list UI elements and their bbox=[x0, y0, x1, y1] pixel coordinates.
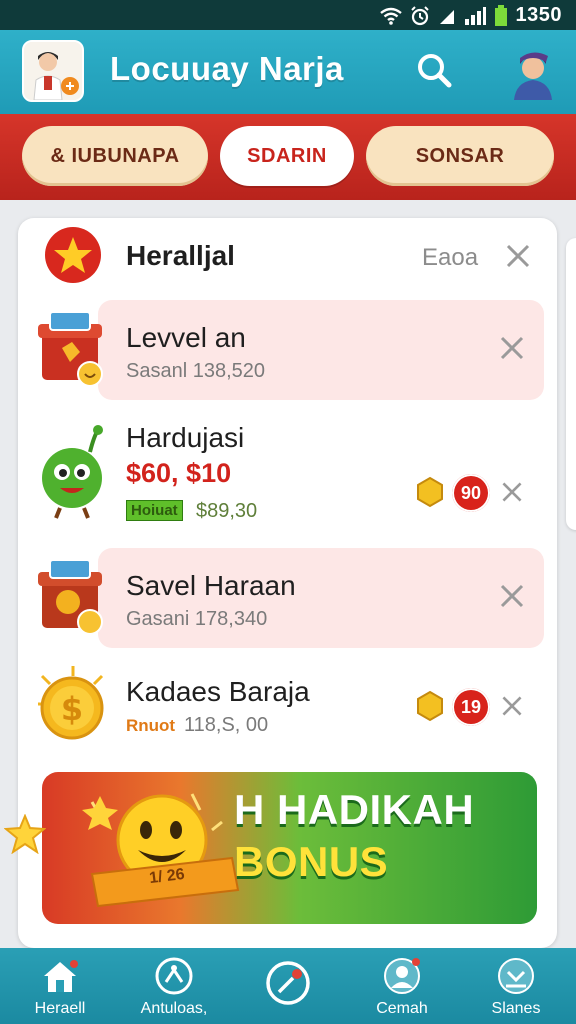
list-header-title: Heralljal bbox=[126, 240, 235, 271]
list-item[interactable]: $ Kadaes Baraja Rnuot 118,S, 00 19 bbox=[18, 658, 557, 758]
close-icon[interactable] bbox=[498, 582, 526, 610]
gold-coin-icon: $ bbox=[38, 666, 104, 740]
nav-settings-label: Slanes bbox=[491, 1000, 541, 1017]
list-header-row[interactable]: Heralljal Eaoa bbox=[18, 218, 557, 296]
nav-activities[interactable]: Antuloas, bbox=[119, 948, 229, 1024]
item-title: Savel Haraan bbox=[126, 570, 296, 601]
profile-icon bbox=[384, 958, 420, 994]
next-card-peek bbox=[566, 238, 576, 530]
gold-cube-icon bbox=[417, 690, 443, 722]
activity-icon bbox=[155, 957, 193, 995]
nav-profile[interactable]: Cemah bbox=[347, 948, 457, 1024]
bonus-banner[interactable]: 1/ 26 H HADIKAH BONUS bbox=[42, 772, 537, 924]
green-mascot-icon bbox=[42, 425, 103, 519]
nav-home-label: Heraell bbox=[34, 1000, 86, 1017]
wifi-icon bbox=[379, 7, 402, 25]
close-icon[interactable] bbox=[500, 694, 524, 718]
compass-icon bbox=[266, 961, 310, 1005]
tab-sonsar[interactable]: SONSAR bbox=[366, 126, 554, 186]
star-icon bbox=[45, 227, 101, 283]
item-badge: 19 bbox=[452, 688, 490, 726]
profile-avatar-image bbox=[24, 42, 82, 100]
item-tag: Rnuot bbox=[126, 716, 176, 735]
category-tabs: & IUBUNAPA SDARIN SONSAR bbox=[0, 114, 576, 200]
nav-settings[interactable]: Slanes bbox=[461, 948, 571, 1024]
tab-iubunapa[interactable]: & IUBUNAPA bbox=[22, 126, 208, 186]
battery-icon bbox=[494, 4, 507, 26]
banner-title: H HADIKAH bbox=[234, 786, 475, 833]
item-subtitle: Gasani 178,340 bbox=[126, 608, 268, 630]
smiley-trophy-icon bbox=[82, 793, 240, 908]
reward-list-card: Heralljal Eaoa Levvel an Sasanl 138,520 bbox=[18, 218, 557, 948]
alarm-icon bbox=[410, 5, 429, 25]
gift-box-icon bbox=[38, 311, 103, 387]
nav-home[interactable]: Heraell bbox=[5, 948, 115, 1024]
signal-icon-2 bbox=[464, 6, 486, 25]
list-item[interactable]: Savel Haraan Gasani 178,340 bbox=[18, 548, 557, 648]
tab-sdarin[interactable]: SDARIN bbox=[220, 126, 354, 186]
gold-cube-icon bbox=[417, 476, 443, 508]
item-subtitle: 118,S, 00 bbox=[184, 714, 269, 736]
item-subtitle: $89,30 bbox=[196, 500, 258, 522]
close-icon[interactable] bbox=[504, 242, 532, 270]
gift-box-icon bbox=[38, 559, 103, 635]
nav-profile-label: Cemah bbox=[376, 1000, 428, 1017]
close-icon[interactable] bbox=[500, 480, 524, 504]
search-button[interactable] bbox=[414, 50, 454, 90]
svg-text:$: $ bbox=[61, 690, 83, 728]
banner-subtitle: BONUS bbox=[234, 838, 389, 885]
nav-activities-label: Antuloas, bbox=[140, 1000, 208, 1017]
close-icon[interactable] bbox=[498, 334, 526, 362]
user-avatar[interactable] bbox=[508, 44, 558, 100]
list-header-side-label: Eaoa bbox=[422, 244, 479, 271]
item-title: Kadaes Baraja bbox=[126, 676, 310, 707]
download-icon bbox=[498, 958, 534, 994]
item-badge: 90 bbox=[452, 474, 490, 512]
home-icon bbox=[44, 960, 78, 992]
user-avatar-image bbox=[514, 52, 552, 100]
bottom-navigation: Heraell Antuloas, Cemah Slanes bbox=[0, 948, 576, 1024]
list-item[interactable]: Hardujasi $60, $10 Hoiuat $89,30 90 bbox=[18, 410, 557, 540]
app-header: Locuuay Narja bbox=[0, 30, 576, 114]
item-subtitle: Sasanl 138,520 bbox=[126, 360, 266, 382]
status-bar: 1350 bbox=[0, 0, 576, 30]
profile-avatar[interactable] bbox=[22, 40, 84, 102]
item-price: $60, $10 bbox=[126, 458, 232, 488]
signal-icon bbox=[439, 9, 454, 24]
item-tag: Hoiuat bbox=[126, 500, 183, 521]
app-title: Locuuay Narja bbox=[110, 50, 344, 87]
item-title: Levvel an bbox=[126, 322, 246, 353]
item-title: Hardujasi bbox=[126, 422, 245, 453]
nav-center[interactable] bbox=[233, 948, 343, 1024]
status-time: 1350 bbox=[515, 4, 562, 26]
list-item[interactable]: Levvel an Sasanl 138,520 bbox=[18, 300, 557, 400]
status-icons: 1350 bbox=[379, 4, 563, 27]
floating-star-icon bbox=[4, 814, 46, 854]
search-icon bbox=[418, 54, 452, 88]
